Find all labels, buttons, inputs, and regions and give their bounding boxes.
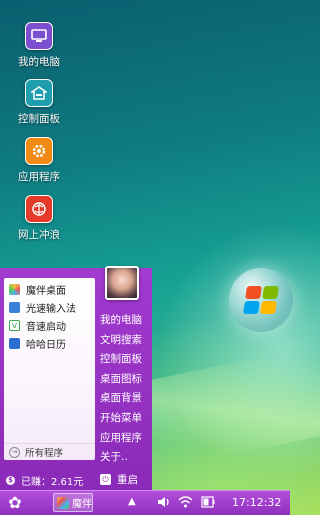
- desktop-icon-control-panel[interactable]: 控制面板: [10, 79, 68, 126]
- taskbar-app-button[interactable]: 魔伴: [53, 493, 93, 512]
- menu-link-search[interactable]: 文明搜索: [100, 332, 152, 352]
- user-avatar[interactable]: [105, 266, 139, 300]
- start-flower-icon[interactable]: ✿: [6, 494, 24, 512]
- taskbar: ✿ 魔伴 ▲ 17:12:32: [0, 490, 290, 515]
- desktop-icon-label: 应用程序: [18, 171, 60, 183]
- applications-gear-icon: [25, 137, 53, 165]
- desktop-icon-label: 我的电脑: [18, 56, 60, 68]
- battery-icon[interactable]: [201, 496, 215, 508]
- start-menu-app-input-method[interactable]: 光速输入法: [4, 298, 95, 316]
- browser-globe-icon: [25, 195, 53, 223]
- windows-logo-orb: [229, 268, 293, 332]
- computer-icon: [25, 22, 53, 50]
- app-label: 哈哈日历: [26, 339, 66, 351]
- desktop-icon-label: 网上冲浪: [18, 229, 60, 241]
- menu-link-control-panel[interactable]: 控制面板: [100, 351, 152, 371]
- menu-link-start-menu[interactable]: 开始菜单: [100, 410, 152, 430]
- start-menu-app-calendar[interactable]: 哈哈日历: [4, 334, 95, 352]
- tray-expand-arrow-icon[interactable]: ▲: [128, 496, 136, 507]
- calendar-icon: [9, 337, 20, 349]
- taskbar-clock[interactable]: 17:12:32: [232, 496, 281, 509]
- menu-link-desktop-background[interactable]: 桌面背景: [100, 390, 152, 410]
- start-menu: 魔伴桌面 光速输入法 v 音速启动 哈哈日历 → 所有程序 我的电脑 文明搜索 …: [0, 266, 152, 490]
- start-menu-app-quick-launch[interactable]: v 音速启动: [4, 316, 95, 334]
- control-panel-icon: [25, 79, 53, 107]
- all-programs-label: 所有程序: [25, 448, 64, 459]
- moban-desktop-icon: [9, 283, 20, 295]
- app-label: 音速启动: [26, 321, 66, 333]
- desktop-icon-label: 控制面板: [18, 113, 60, 125]
- earnings-text: 已赚：2.61元: [21, 477, 84, 488]
- wifi-icon[interactable]: [178, 495, 193, 509]
- desktop-icon-applications[interactable]: 应用程序: [10, 137, 68, 184]
- menu-link-applications[interactable]: 应用程序: [100, 430, 152, 450]
- restart-label: 重启: [117, 474, 138, 486]
- arrow-right-icon: →: [9, 446, 20, 458]
- input-method-icon: [9, 301, 20, 313]
- desktop-icon-my-computer[interactable]: 我的电脑: [10, 22, 68, 69]
- quick-launch-icon: v: [9, 319, 20, 331]
- coin-icon: $: [6, 476, 15, 485]
- menu-link-my-computer[interactable]: 我的电脑: [100, 312, 152, 332]
- app-label: 魔伴桌面: [26, 285, 66, 297]
- restart-button[interactable]: ⏻ 重启: [100, 472, 138, 487]
- moban-app-icon: [57, 496, 69, 509]
- volume-icon[interactable]: [157, 495, 171, 509]
- taskbar-app-label: 魔伴: [72, 499, 92, 510]
- start-menu-app-moban[interactable]: 魔伴桌面: [4, 280, 95, 298]
- start-menu-app-list: 魔伴桌面 光速输入法 v 音速启动 哈哈日历 → 所有程序: [4, 278, 95, 460]
- menu-link-about[interactable]: 关于..: [100, 449, 152, 469]
- earnings-status: $ 已赚：2.61元: [6, 473, 83, 488]
- menu-link-desktop-icons[interactable]: 桌面图标: [100, 371, 152, 391]
- start-menu-right-links: 我的电脑 文明搜索 控制面板 桌面图标 桌面背景 开始菜单 应用程序 关于..: [100, 312, 152, 469]
- all-programs-button[interactable]: → 所有程序: [4, 443, 95, 460]
- desktop-icon-web-browser[interactable]: 网上冲浪: [10, 195, 68, 242]
- app-label: 光速输入法: [26, 303, 76, 315]
- power-icon: ⏻: [100, 474, 111, 485]
